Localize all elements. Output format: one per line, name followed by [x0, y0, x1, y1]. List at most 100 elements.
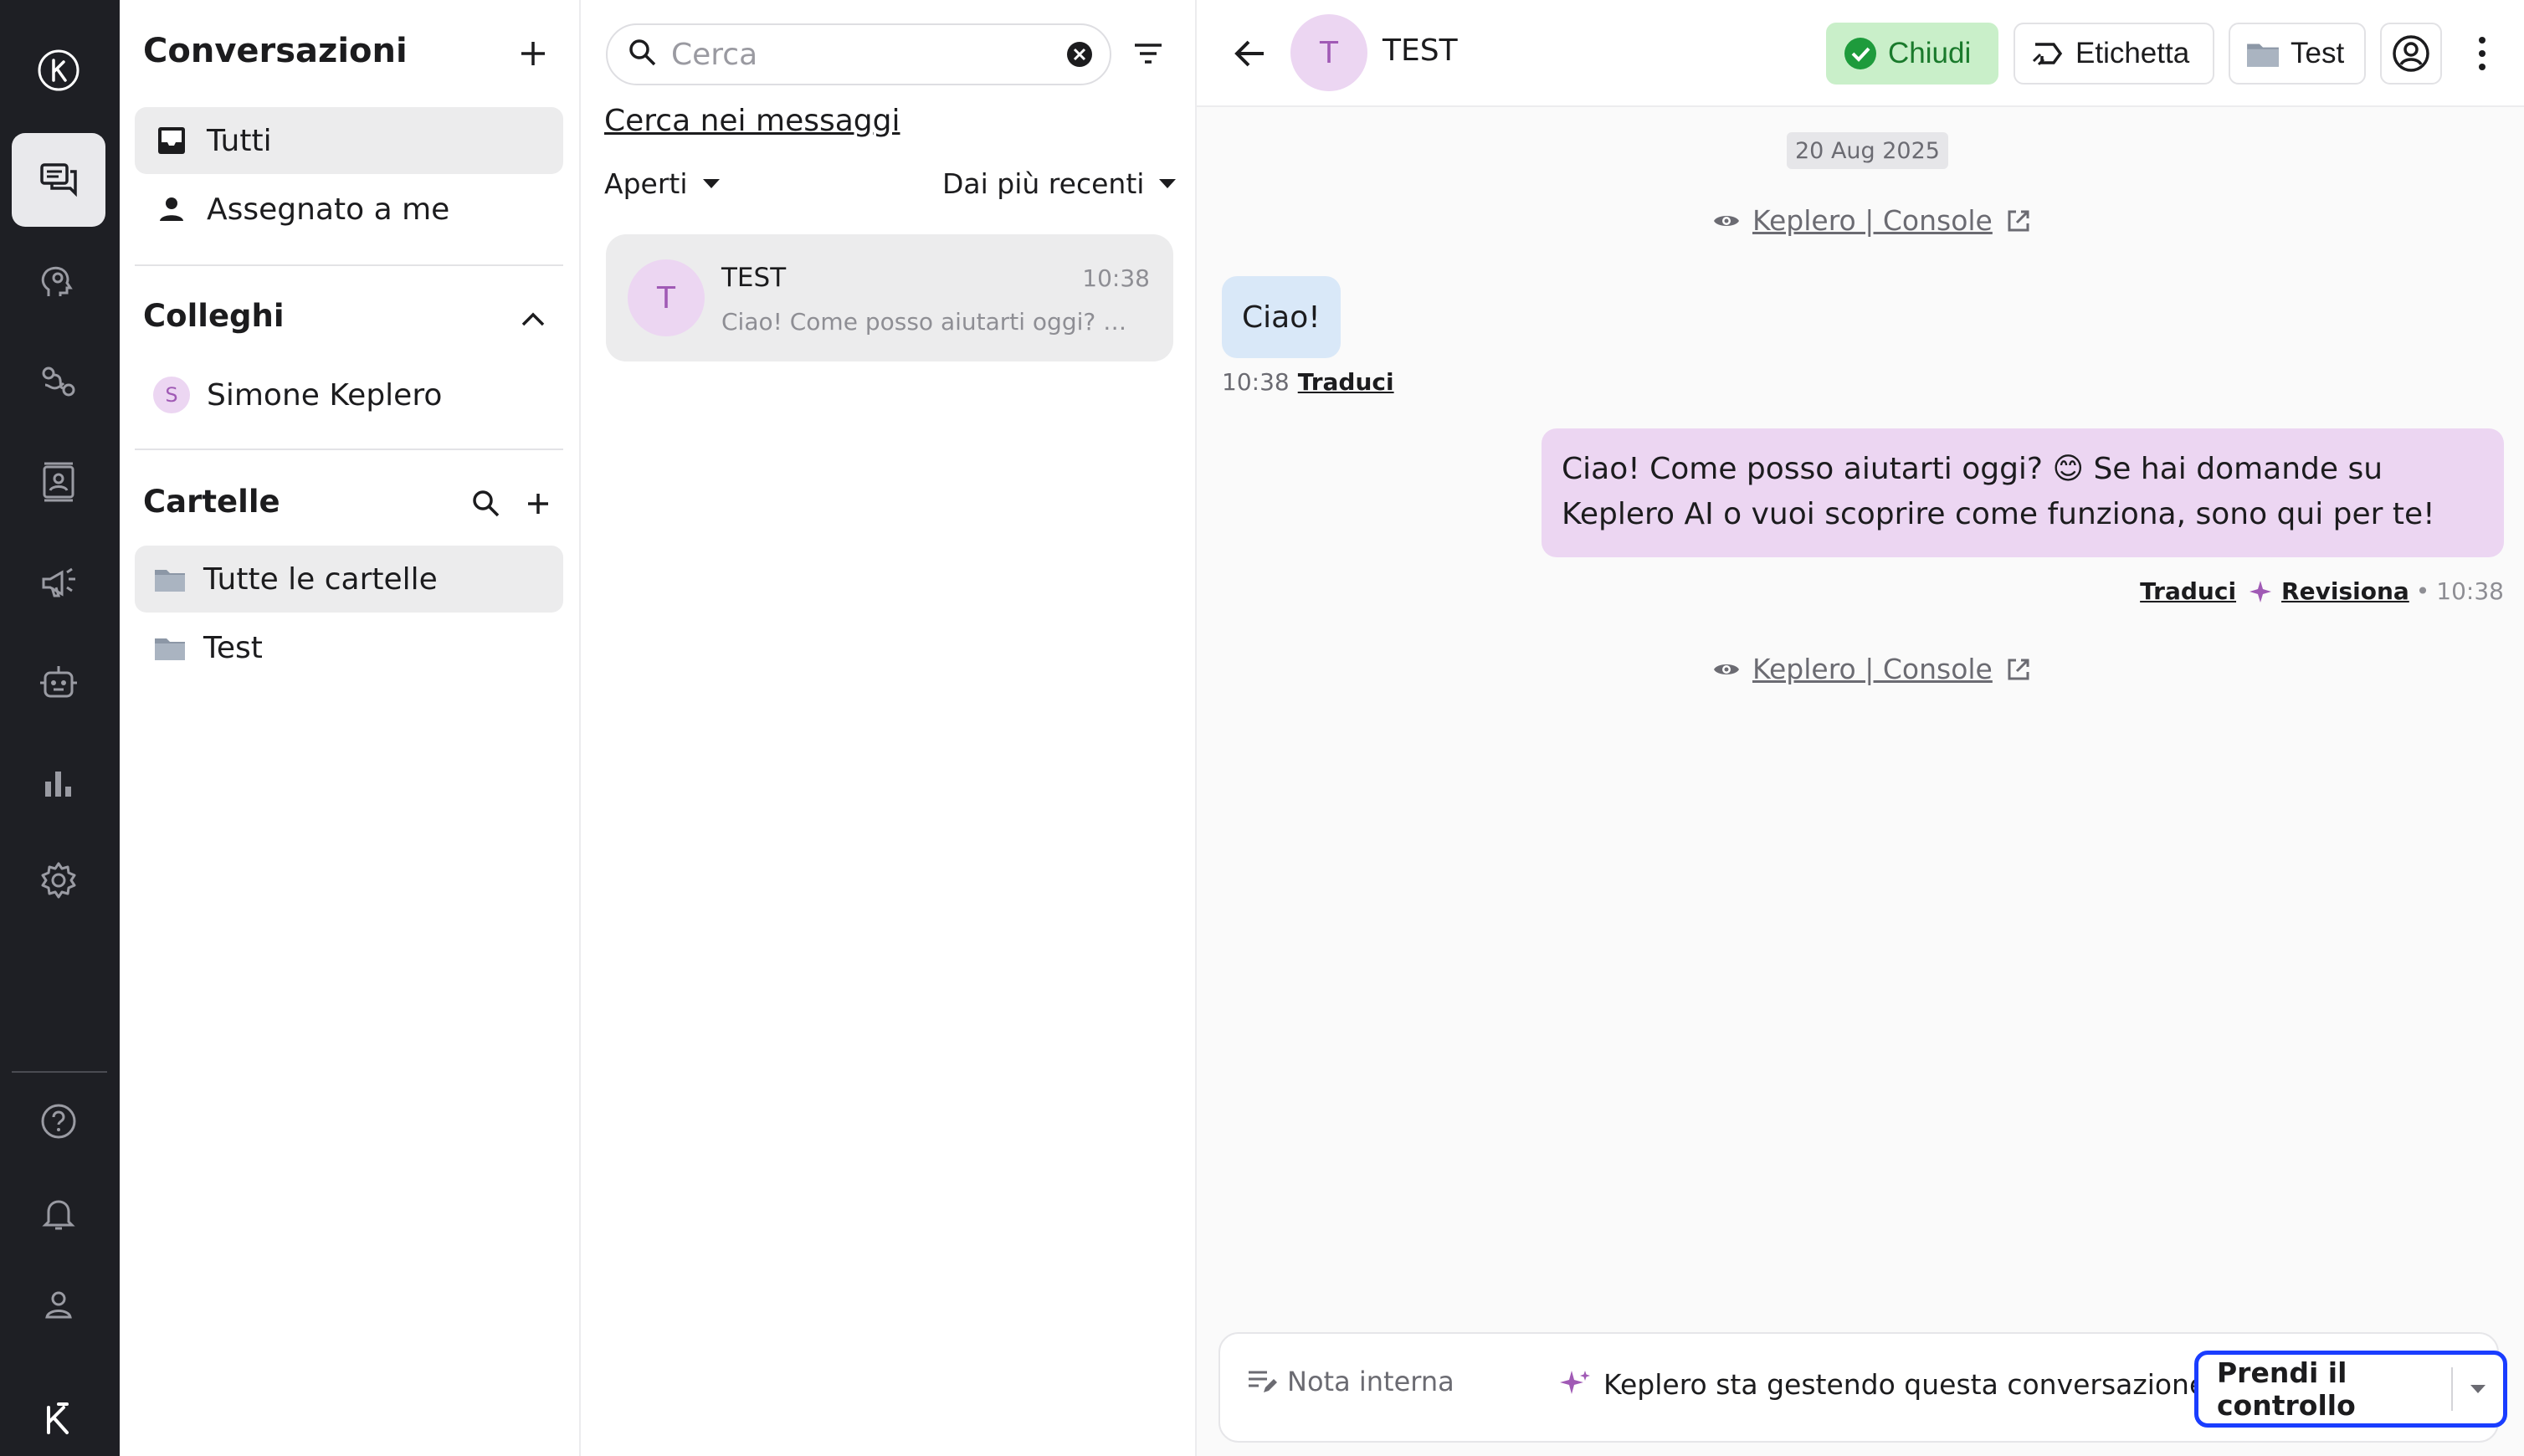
status-filter-value: Aperti: [604, 167, 688, 200]
avatar: T: [1290, 14, 1367, 91]
take-control-label: Prendi il controllo: [2217, 1356, 2356, 1422]
tag-icon: [2032, 43, 2063, 66]
ai-status: Keplero sta gestendo questa conversazion…: [1558, 1367, 2206, 1401]
add-folder-button[interactable]: [515, 480, 562, 527]
chat-header: T TEST Chiudi Etichetta Test: [1197, 0, 2524, 107]
folder-label: Tutte le cartelle: [203, 561, 438, 597]
nav-item-label: Tutti: [207, 123, 272, 158]
conversations-icon[interactable]: [12, 133, 105, 227]
caret-down-icon: [2470, 1385, 2486, 1393]
source-link-label: Keplero | Console: [1752, 653, 1993, 685]
external-link-icon: [2008, 210, 2029, 231]
collapse-colleagues-button[interactable]: [510, 296, 557, 343]
clear-search-icon[interactable]: [1064, 39, 1095, 69]
campaigns-icon[interactable]: [12, 536, 105, 629]
profile-icon[interactable]: [12, 1259, 105, 1352]
search-folders-button[interactable]: [463, 480, 510, 527]
folder-button-label: Test: [2291, 37, 2345, 69]
account-circle-icon: [2393, 35, 2429, 72]
translate-link[interactable]: Traduci: [2140, 577, 2236, 605]
external-link-icon: [2008, 659, 2029, 679]
folder-icon: [2247, 44, 2279, 67]
translate-link[interactable]: Traduci: [1298, 368, 1394, 396]
folders-title: Cartelle: [143, 484, 280, 520]
conversation-time: 10:38: [1082, 264, 1150, 292]
app-logo-icon[interactable]: [12, 23, 105, 117]
contact-name: TEST: [1383, 33, 1458, 68]
section-divider: [135, 449, 563, 450]
integrations-icon[interactable]: [12, 335, 105, 428]
search-field[interactable]: [606, 23, 1111, 85]
close-label: Chiudi: [1888, 37, 1972, 69]
note-edit-icon: [1249, 1371, 1277, 1392]
folder-icon: [155, 570, 185, 592]
source-link-label: Keplero | Console: [1752, 204, 1993, 237]
chat-panel: T TEST Chiudi Etichetta Test 20 Aug 2025…: [1197, 0, 2524, 1456]
chevron-up-icon: [521, 312, 545, 326]
brand-logo-icon: [12, 1372, 105, 1456]
status-filter-dropdown[interactable]: Aperti: [604, 167, 720, 200]
caret-down-icon: [1159, 179, 1177, 188]
meta-separator: •: [2415, 577, 2430, 605]
assign-agent-button[interactable]: [2380, 23, 2442, 85]
caret-down-icon: [702, 179, 720, 188]
filter-icon: [1135, 44, 1162, 64]
nav-item-label: Assegnato a me: [207, 192, 450, 227]
take-control-button[interactable]: Prendi il controllo: [2194, 1351, 2507, 1428]
folder-item-all[interactable]: Tutte le cartelle: [135, 546, 563, 613]
notifications-icon[interactable]: [12, 1166, 105, 1260]
composer: Nota interna Keplero sta gestendo questa…: [1218, 1332, 2507, 1443]
folder-item-test[interactable]: Test: [135, 614, 563, 681]
take-control-dropdown[interactable]: [2453, 1385, 2503, 1393]
label-button[interactable]: Etichetta: [2014, 23, 2214, 85]
settings-icon[interactable]: [12, 833, 105, 927]
search-messages-link[interactable]: Cerca nei messaggi: [604, 104, 900, 138]
nav-item-assigned-to-me[interactable]: Assegnato a me: [135, 176, 563, 243]
internal-note-button[interactable]: Nota interna: [1245, 1366, 1454, 1397]
nav-item-tutti[interactable]: Tutti: [135, 107, 563, 174]
rail-divider: [12, 1071, 107, 1073]
nav-rail: [0, 0, 120, 1456]
conversation-list-panel: Cerca nei messaggi Aperti Dai più recent…: [581, 0, 1197, 1456]
incoming-message-meta: 10:38 Traduci: [1222, 368, 1394, 396]
conversations-title: Conversazioni: [143, 32, 408, 70]
contacts-icon[interactable]: [12, 435, 105, 529]
source-link[interactable]: Keplero | Console: [1712, 653, 2033, 685]
avatar: S: [153, 377, 190, 413]
sort-value: Dai più recenti: [942, 167, 1145, 200]
outgoing-message: Ciao! Come posso aiutarti oggi? 😊 Se hai…: [1542, 428, 2504, 557]
internal-note-label: Nota interna: [1287, 1366, 1454, 1397]
section-divider: [135, 264, 563, 266]
more-options-icon[interactable]: [2465, 30, 2499, 77]
folder-label: Test: [203, 630, 263, 665]
incoming-message: Ciao!: [1222, 276, 1341, 358]
search-icon: [473, 490, 500, 517]
person-icon: [153, 191, 190, 228]
filter-button[interactable]: [1125, 30, 1172, 77]
review-link[interactable]: Revisiona: [2281, 577, 2409, 605]
conversation-preview: Ciao! Come posso aiutarti oggi? 😊 Se hai…: [721, 308, 1148, 336]
outgoing-message-meta: Traduci Revisiona • 10:38: [2140, 577, 2504, 605]
reports-icon[interactable]: [12, 736, 105, 830]
sparkle-icon: [2250, 580, 2272, 602]
date-separator: 20 Aug 2025: [1787, 132, 1948, 169]
colleague-name: Simone Keplero: [207, 377, 443, 413]
help-icon[interactable]: [12, 1074, 105, 1168]
message-time: 10:38: [2436, 577, 2504, 605]
ai-agent-icon[interactable]: [12, 234, 105, 328]
new-conversation-button[interactable]: [510, 30, 557, 77]
source-link[interactable]: Keplero | Console: [1712, 204, 2033, 237]
plus-icon: [528, 494, 548, 514]
avatar: T: [628, 259, 705, 336]
search-input[interactable]: [671, 37, 1056, 72]
back-arrow-icon[interactable]: [1227, 30, 1274, 77]
bot-icon[interactable]: [12, 636, 105, 730]
eye-icon: [1714, 215, 1739, 226]
folder-button[interactable]: Test: [2229, 23, 2366, 85]
check-circle-icon: [1844, 38, 1876, 69]
conversation-name: TEST: [721, 263, 787, 293]
colleague-item[interactable]: S Simone Keplero: [135, 361, 563, 428]
conversation-list-item[interactable]: T TEST 10:38 Ciao! Come posso aiutarti o…: [606, 234, 1173, 361]
close-conversation-button[interactable]: Chiudi: [1826, 23, 1998, 85]
sort-dropdown[interactable]: Dai più recenti: [942, 167, 1177, 200]
